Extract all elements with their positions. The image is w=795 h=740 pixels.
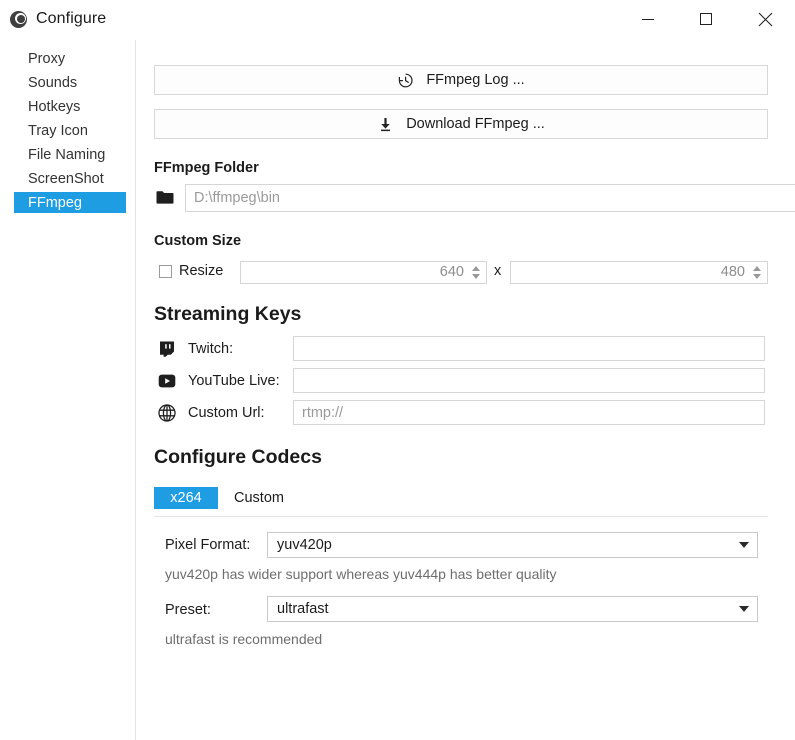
ffmpeg-folder-heading: FFmpeg Folder: [154, 160, 259, 176]
twitch-icon: [160, 341, 174, 357]
preset-value: ultrafast: [277, 601, 329, 617]
folder-icon: [156, 191, 174, 204]
stepper-arrows-icon[interactable]: [750, 263, 765, 282]
ffmpeg-log-label: FFmpeg Log ...: [426, 72, 525, 88]
resize-height-value: 480: [720, 264, 745, 280]
resize-label: Resize: [179, 263, 224, 279]
codecs-divider: [154, 516, 768, 517]
tab-label: x264: [170, 490, 202, 506]
youtube-live-key-input[interactable]: [293, 368, 765, 393]
pixel-format-value: yuv420p: [277, 537, 332, 553]
tab-label: Custom: [234, 490, 284, 506]
download-ffmpeg-button[interactable]: Download FFmpeg ...: [154, 109, 768, 139]
custom-url-input[interactable]: [293, 400, 765, 425]
custom-url-label: Custom Url:: [188, 405, 265, 421]
size-separator: x: [494, 263, 502, 279]
chevron-down-icon[interactable]: [731, 542, 757, 548]
youtube-live-label: YouTube Live:: [188, 373, 280, 389]
tab-x264[interactable]: x264: [154, 487, 218, 509]
resize-width-value: 640: [439, 264, 464, 280]
stepper-arrows-icon[interactable]: [469, 263, 484, 282]
history-icon: [399, 73, 413, 87]
twitch-key-input[interactable]: [293, 336, 765, 361]
resize-height-stepper[interactable]: 480: [510, 261, 768, 284]
chevron-down-icon[interactable]: [731, 606, 757, 612]
preset-select[interactable]: ultrafast: [267, 596, 758, 622]
resize-checkbox[interactable]: [159, 265, 172, 278]
ffmpeg-folder-input[interactable]: [185, 184, 795, 212]
globe-icon: [158, 404, 176, 422]
ffmpeg-folder-row: [154, 184, 795, 212]
configure-codecs-heading: Configure Codecs: [154, 446, 322, 468]
settings-panel: FFmpeg Log ... Download FFmpeg ... FFmpe…: [0, 0, 795, 740]
preset-hint: ultrafast is recommended: [165, 631, 323, 647]
pixel-format-select[interactable]: yuv420p: [267, 532, 758, 558]
pixel-format-label: Pixel Format:: [165, 537, 251, 553]
preset-label: Preset:: [165, 602, 211, 618]
streaming-keys-heading: Streaming Keys: [154, 303, 302, 325]
pixel-format-hint: yuv420p has wider support whereas yuv444…: [165, 566, 557, 582]
download-ffmpeg-label: Download FFmpeg ...: [406, 116, 545, 132]
twitch-label: Twitch:: [188, 341, 234, 357]
ffmpeg-log-button[interactable]: FFmpeg Log ...: [154, 65, 768, 95]
tab-custom[interactable]: Custom: [224, 487, 294, 509]
download-icon: [381, 117, 391, 131]
resize-width-stepper[interactable]: 640: [240, 261, 487, 284]
youtube-icon: [158, 374, 176, 388]
custom-size-heading: Custom Size: [154, 233, 242, 249]
